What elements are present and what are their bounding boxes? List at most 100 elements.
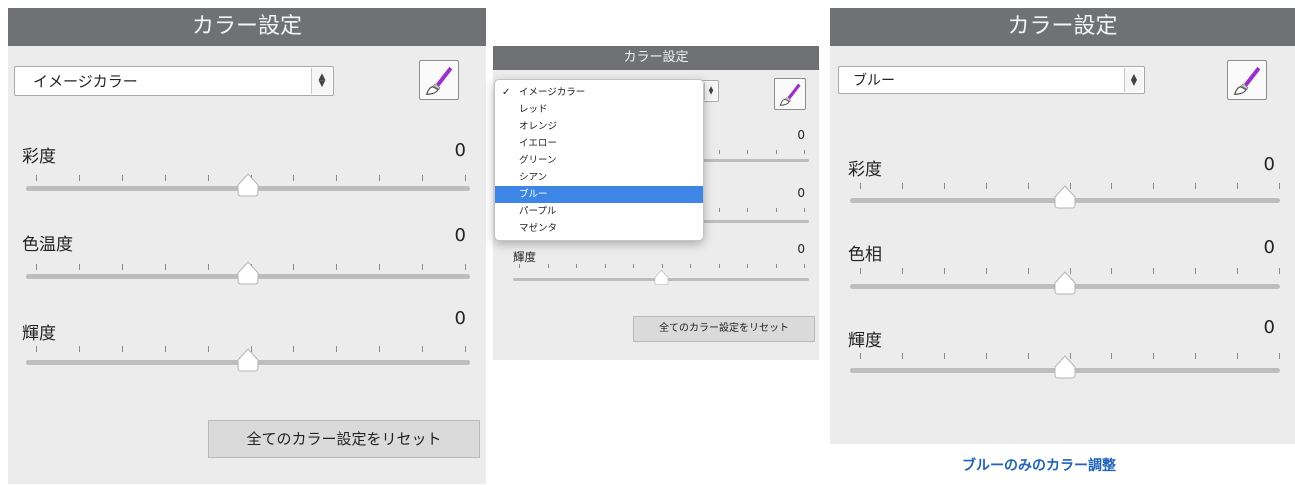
slider-tick [718,264,720,268]
dropdown-option-label: グリーン [519,155,557,166]
dropdown-option-label: レッド [519,104,548,115]
slider-thumb-saturation[interactable] [235,172,261,198]
slider-tick [1111,268,1113,274]
slider-thumb-brightness[interactable] [235,347,261,373]
dropdown-option-label: パープル [519,206,557,217]
slider-tick [36,346,37,352]
reset-all-color-settings-button[interactable]: 全てのカラー設定をリセット [633,316,815,342]
slider-tick [718,208,720,212]
slider-tick [1279,183,1280,189]
panel-title: カラー設定 [830,8,1295,46]
slider-tick [121,264,123,270]
slider-tick [1195,268,1197,274]
dropdown-option[interactable]: パープル [495,203,703,220]
slider-tick [1153,268,1155,274]
slider-label-brightness: 輝度 [848,331,882,351]
slider-thumb-color-temperature[interactable] [235,260,261,286]
slider-tick [293,264,295,270]
slider-tick [121,175,123,181]
slider-tick [943,268,945,274]
slider-tick [422,346,424,352]
slider-tick [860,268,861,274]
slider-tick [1279,268,1280,274]
slider-tick [1111,353,1113,359]
slider-tick [293,346,295,352]
slider-label-brightness: 輝度 [513,250,536,264]
slider-label-saturation: 彩度 [22,147,56,167]
up-down-stepper-icon[interactable]: ▲ ▼ [311,68,332,94]
dropdown-option[interactable]: ブルー [495,186,703,203]
slider-tick [379,264,381,270]
up-down-stepper-icon[interactable]: ▲ ▼ [1124,68,1143,92]
dropdown-option-label: マゼンタ [519,223,558,234]
slider-label-saturation: 彩度 [848,160,882,180]
slider-tick [718,150,720,154]
color-settings-panel-3: カラー設定 ブルー ▲ ▼ 彩度 0 色相 0 輝度 0 [830,8,1295,444]
slider-tick [36,175,37,181]
slider-tick [1027,183,1029,189]
slider-tick [1279,353,1280,359]
slider-tick [1237,353,1239,359]
dropdown-option-label: ブルー [519,189,548,200]
slider-tick [747,208,748,212]
slider-tick [465,264,466,270]
dropdown-option[interactable]: マゼンタ [495,220,703,237]
slider-tick [121,346,123,352]
slider-tick [985,183,987,189]
slider-thumb-hue[interactable] [1052,270,1078,296]
dropdown-option[interactable]: イエロー [495,135,703,152]
slider-tick [1027,268,1029,274]
slider-tick [78,346,80,352]
color-target-select[interactable]: イメージカラー ▲ ▼ [14,66,334,96]
slider-tick [379,346,381,352]
slider-value-saturation: 0 [454,140,466,161]
slider-thumb-brightness[interactable] [653,269,670,286]
slider-tick [1027,353,1029,359]
color-target-dropdown-menu: ✓ イメージカラーレッドオレンジイエローグリーンシアンブルーパープルマゼンタ [494,79,704,241]
slider-tick [1195,183,1197,189]
slider-tick [207,346,209,352]
slider-tick [860,183,861,189]
dropdown-option-label: イエロー [519,138,557,149]
dropdown-option[interactable]: グリーン [495,152,703,169]
slider-value-1: 0 [797,128,805,142]
slider-tick [775,208,777,212]
slider-tick [901,183,903,189]
eyedropper-brush-button[interactable] [419,60,459,100]
dropdown-option[interactable]: オレンジ [495,118,703,135]
slider-thumb-saturation[interactable] [1052,184,1078,210]
dropdown-option[interactable]: レッド [495,101,703,118]
slider-tick [576,264,577,268]
slider-value-saturation: 0 [1263,154,1275,175]
slider-tick [860,353,861,359]
slider-tick [422,175,424,181]
slider-tick [465,175,466,181]
slider-tick [519,264,520,268]
slider-value-brightness: 0 [797,242,805,256]
dropdown-option[interactable]: シアン [495,169,703,186]
slider-value-brightness: 0 [454,308,466,329]
slider-value-color-temperature: 0 [454,225,466,246]
slider-tick [547,264,549,268]
slider-tick [1153,183,1155,189]
slider-tick [943,353,945,359]
slider-label-hue: 色相 [848,245,882,265]
slider-tick [747,264,748,268]
slider-thumb-brightness[interactable] [1052,354,1078,380]
reset-all-color-settings-button[interactable]: 全てのカラー設定をリセット [208,420,480,458]
slider-tick [164,175,166,181]
slider-tick [775,150,777,154]
slider-label-brightness: 輝度 [22,324,56,344]
slider-tick [336,346,338,352]
slider-tick [36,264,37,270]
slider-tick [336,175,338,181]
color-target-select[interactable]: ブルー ▲ ▼ [838,66,1145,94]
eyedropper-brush-button[interactable] [1227,60,1267,100]
slider-value-hue: 0 [1263,237,1275,258]
slider-tick [804,208,805,212]
up-down-stepper-icon[interactable]: ▲ ▼ [704,82,717,100]
eyedropper-brush-button[interactable] [774,78,806,110]
slider-tick [465,346,466,352]
slider-tick [633,264,634,268]
dropdown-option[interactable]: ✓ イメージカラー [495,84,703,101]
